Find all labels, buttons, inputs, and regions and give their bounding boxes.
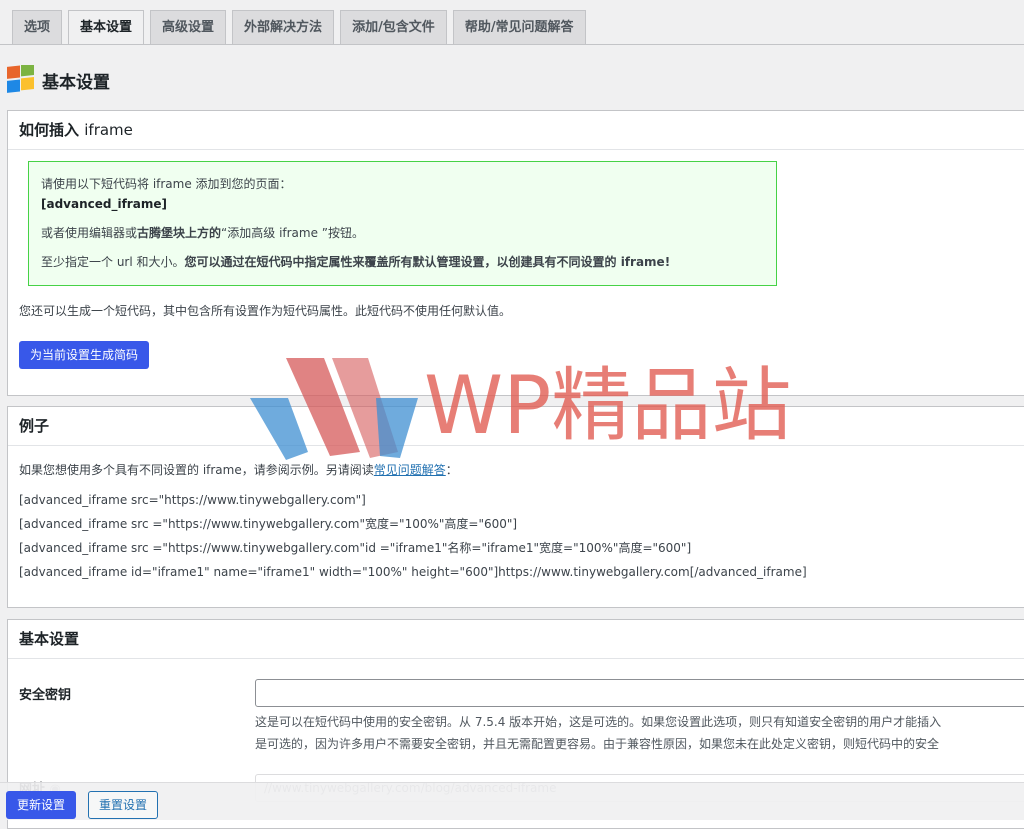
- notice-line-2c: “添加高级 iframe ”按钮。: [221, 226, 365, 240]
- insert-iframe-box: 如何插入 iframe 请使用以下短代码将 iframe 添加到您的页面： [a…: [7, 110, 1024, 396]
- tab-help-faq[interactable]: 帮助/常见问题解答: [452, 10, 586, 44]
- notice-line-2b: 古腾堡块上方的: [137, 226, 222, 240]
- notice-line-3b: 您可以通过在短代码中指定属性来覆盖所有默认管理设置，以创建具有不同设置的 ifr…: [184, 255, 671, 269]
- plugin-logo-icon: [7, 65, 34, 93]
- insert-heading-en: iframe: [84, 121, 133, 139]
- notice-shortcode: [advanced_iframe]: [41, 197, 167, 211]
- footer-action-bar: 更新设置 重置设置: [0, 782, 1024, 820]
- tab-add-include-files[interactable]: 添加/包含文件: [340, 10, 447, 44]
- security-key-desc-1: 这是可以在短代码中使用的安全密钥。从 7.5.4 版本开始，这是可选的。如果您设…: [255, 715, 942, 729]
- tab-basic-settings[interactable]: 基本设置: [68, 10, 145, 45]
- example-code-line-3: [advanced_iframe src ="https://www.tinyw…: [19, 541, 692, 555]
- generate-info-text: 您还可以生成一个短代码，其中包含所有设置作为短代码属性。此短代码不使用任何默认值…: [19, 304, 512, 318]
- notice-line-2a: 或者使用编辑器或: [41, 226, 138, 240]
- examples-intro-end: ：: [445, 463, 458, 477]
- examples-intro: 如果您想使用多个具有不同设置的 iframe，请参阅示例。另请阅读常见问题解答：: [19, 461, 458, 478]
- security-key-desc-2: 是可选的，因为许多用户不需要安全密钥，并且无需配置更容易。由于兼容性原因，如果您…: [255, 737, 940, 751]
- basic-settings-heading: 基本设置: [8, 620, 1024, 659]
- examples-box: 例子 如果您想使用多个具有不同设置的 iframe，请参阅示例。另请阅读常见问题…: [7, 406, 1024, 608]
- insert-heading-cn: 如何插入: [19, 121, 80, 139]
- tab-advanced-settings[interactable]: 高级设置: [150, 10, 227, 44]
- tab-external-workaround[interactable]: 外部解决方法: [232, 10, 335, 44]
- shortcode-notice: 请使用以下短代码将 iframe 添加到您的页面： [advanced_ifra…: [28, 161, 777, 286]
- example-code-line-2: [advanced_iframe src ="https://www.tinyw…: [19, 517, 518, 531]
- reset-settings-button[interactable]: 重置设置: [88, 791, 159, 819]
- tab-options[interactable]: 选项: [12, 10, 63, 44]
- examples-heading: 例子: [8, 407, 1024, 446]
- notice-line-3a: 至少指定一个 url 和大小。: [41, 255, 185, 269]
- security-key-input[interactable]: [255, 679, 1024, 707]
- example-code-line-1: [advanced_iframe src="https://www.tinywe…: [19, 493, 366, 507]
- example-code-list: [advanced_iframe src="https://www.tinywe…: [19, 488, 807, 584]
- page-title-row: 基本设置: [6, 64, 110, 96]
- security-key-label: 安全密钥: [19, 688, 72, 703]
- insert-iframe-heading: 如何插入 iframe: [8, 111, 1024, 150]
- notice-line-1: 请使用以下短代码将 iframe 添加到您的页面：: [41, 177, 292, 191]
- nav-tabs: 选项 基本设置 高级设置 外部解决方法 添加/包含文件 帮助/常见问题解答: [12, 10, 592, 45]
- example-code-line-4: [advanced_iframe id="iframe1" name="ifra…: [19, 565, 807, 579]
- notice-line-2: 或者使用编辑器或古腾堡块上方的“添加高级 iframe ”按钮。: [41, 223, 764, 243]
- update-settings-button[interactable]: 更新设置: [6, 791, 77, 819]
- faq-link[interactable]: 常见问题解答: [374, 463, 446, 477]
- tabs-divider: [0, 44, 1024, 45]
- page-title: 基本设置: [42, 72, 110, 93]
- notice-line-3: 至少指定一个 url 和大小。您可以通过在短代码中指定属性来覆盖所有默认管理设置…: [41, 252, 764, 272]
- examples-intro-text: 如果您想使用多个具有不同设置的 iframe，请参阅示例。另请阅读: [19, 463, 374, 477]
- generate-shortcode-button[interactable]: 为当前设置生成简码: [19, 341, 150, 369]
